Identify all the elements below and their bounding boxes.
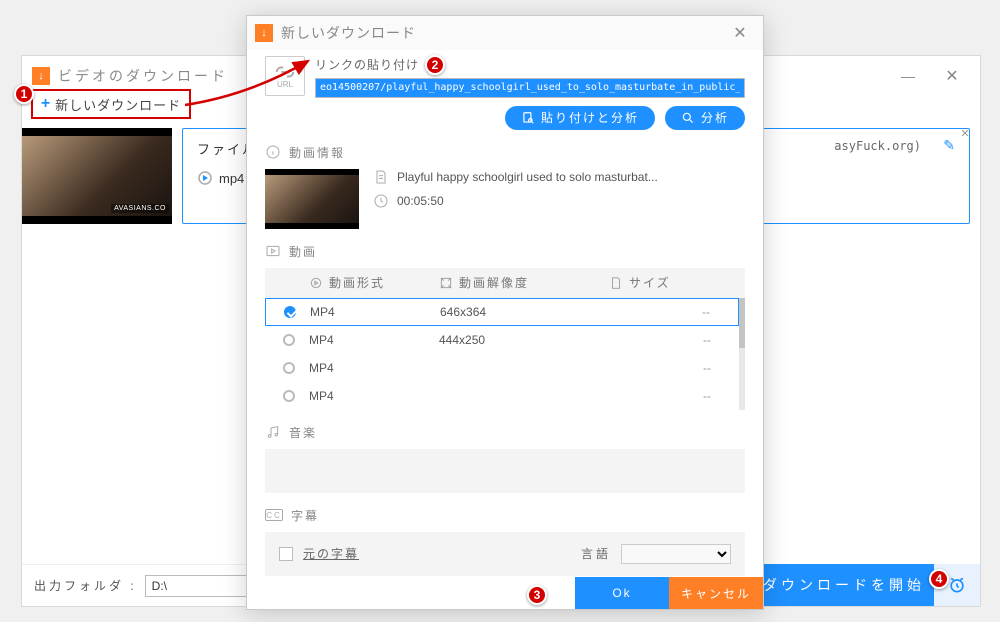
dialog-footer: Ok キャンセル <box>247 577 763 609</box>
col-size: サイズ <box>629 274 671 291</box>
format-row[interactable]: MP4646x364-- <box>265 298 739 326</box>
format-row[interactable]: MP4 -- <box>265 382 739 410</box>
resolution-cell: 646x364 <box>440 305 610 319</box>
format-radio[interactable] <box>284 306 310 318</box>
step-badge-4: 4 <box>929 569 949 589</box>
format-row[interactable]: MP4 -- <box>265 354 739 382</box>
new-download-dialog: ↓ 新しいダウンロード ✕ URL リンクの貼り付け 貼り付けと分析 <box>246 15 764 610</box>
url-icon-label: URL <box>277 80 293 89</box>
format-icon <box>309 276 323 290</box>
video-format-icon <box>197 170 213 186</box>
size-cell: -- <box>609 333 721 347</box>
dialog-title: 新しいダウンロード <box>281 23 717 43</box>
format-table: 動画形式 動画解像度 サイズ MP4646x364--MP4444x250--M… <box>265 268 745 410</box>
table-scrollbar[interactable] <box>739 298 745 348</box>
analyze-label: 分析 <box>701 109 729 126</box>
format-row[interactable]: MP4444x250-- <box>265 326 739 354</box>
subtitle-row: 元の字幕 言語 <box>265 532 745 576</box>
url-input[interactable] <box>315 78 745 98</box>
info-icon <box>265 144 281 160</box>
language-select[interactable] <box>621 544 731 564</box>
language-label: 言語 <box>581 545 611 562</box>
format-table-header: 動画形式 動画解像度 サイズ <box>265 268 745 298</box>
format-cell: MP4 <box>309 389 439 403</box>
original-subtitle-checkbox[interactable] <box>279 547 293 561</box>
search-icon <box>681 111 695 125</box>
video-section-heading: 動画 <box>289 243 317 260</box>
new-download-label: 新しいダウンロード <box>55 95 181 114</box>
edit-icon[interactable]: ✎ <box>943 137 955 154</box>
resolution-icon <box>439 276 453 290</box>
info-thumbnail <box>265 169 359 229</box>
dialog-close-button[interactable]: ✕ <box>725 23 755 43</box>
source-text: asyFuck.org) <box>834 139 921 153</box>
format-radio[interactable] <box>283 334 309 346</box>
minimize-button[interactable]: — <box>890 68 926 84</box>
resolution-cell: 444x250 <box>439 333 609 347</box>
dialog-titlebar: ↓ 新しいダウンロード ✕ <box>247 16 763 50</box>
subtitle-section-heading: 字幕 <box>291 507 319 524</box>
music-icon <box>265 424 281 440</box>
format-cell: MP4 <box>309 333 439 347</box>
step-badge-1: 1 <box>14 84 34 104</box>
thumbnail-image: AVASIANS.CO <box>22 136 172 216</box>
video-duration: 00:05:50 <box>397 194 444 208</box>
remove-icon[interactable]: ✕ <box>957 125 973 141</box>
ok-button[interactable]: Ok <box>575 577 669 609</box>
step-badge-3: 3 <box>527 585 547 605</box>
video-section-icon <box>265 243 281 259</box>
close-button[interactable]: ✕ <box>934 66 970 86</box>
music-empty-area <box>265 449 745 493</box>
clipboard-search-icon <box>521 111 535 125</box>
cancel-button[interactable]: キャンセル <box>669 577 763 609</box>
size-cell: -- <box>610 305 720 319</box>
col-resolution: 動画解像度 <box>459 274 529 291</box>
format-radio[interactable] <box>283 362 309 374</box>
format-cell: MP4 <box>309 361 439 375</box>
plus-icon: + <box>41 95 51 113</box>
size-cell: -- <box>609 361 721 375</box>
start-download-button[interactable]: ダウンロードを開始 <box>754 564 934 606</box>
paste-link-label: リンクの貼り付け <box>315 56 745 73</box>
alarm-icon <box>947 575 967 595</box>
analyze-button[interactable]: 分析 <box>665 106 745 130</box>
dialog-app-icon: ↓ <box>255 24 273 42</box>
app-icon: ↓ <box>32 67 50 85</box>
paste-analyze-button[interactable]: 貼り付けと分析 <box>505 106 655 130</box>
output-folder-label: 出力フォルダ : <box>34 577 137 594</box>
original-subtitle-label[interactable]: 元の字幕 <box>303 545 359 562</box>
video-title: Playful happy schoolgirl used to solo ma… <box>397 170 658 184</box>
mp4-label: mp4 <box>219 171 244 186</box>
clock-icon <box>373 193 389 209</box>
col-format: 動画形式 <box>329 274 385 291</box>
url-drop-icon: URL <box>265 56 305 96</box>
cc-icon: CC <box>265 509 283 521</box>
size-cell: -- <box>609 389 721 403</box>
video-info-heading: 動画情報 <box>289 144 345 161</box>
paste-analyze-label: 貼り付けと分析 <box>541 109 639 126</box>
format-radio[interactable] <box>283 390 309 402</box>
step-badge-2: 2 <box>425 55 445 75</box>
video-thumbnail[interactable]: AVASIANS.CO <box>22 128 172 224</box>
new-download-button[interactable]: + 新しいダウンロード <box>31 89 191 119</box>
music-section-heading: 音楽 <box>289 424 317 441</box>
document-icon <box>373 169 389 185</box>
thumbnail-watermark: AVASIANS.CO <box>111 204 169 213</box>
size-icon <box>609 276 623 290</box>
format-cell: MP4 <box>310 305 440 319</box>
